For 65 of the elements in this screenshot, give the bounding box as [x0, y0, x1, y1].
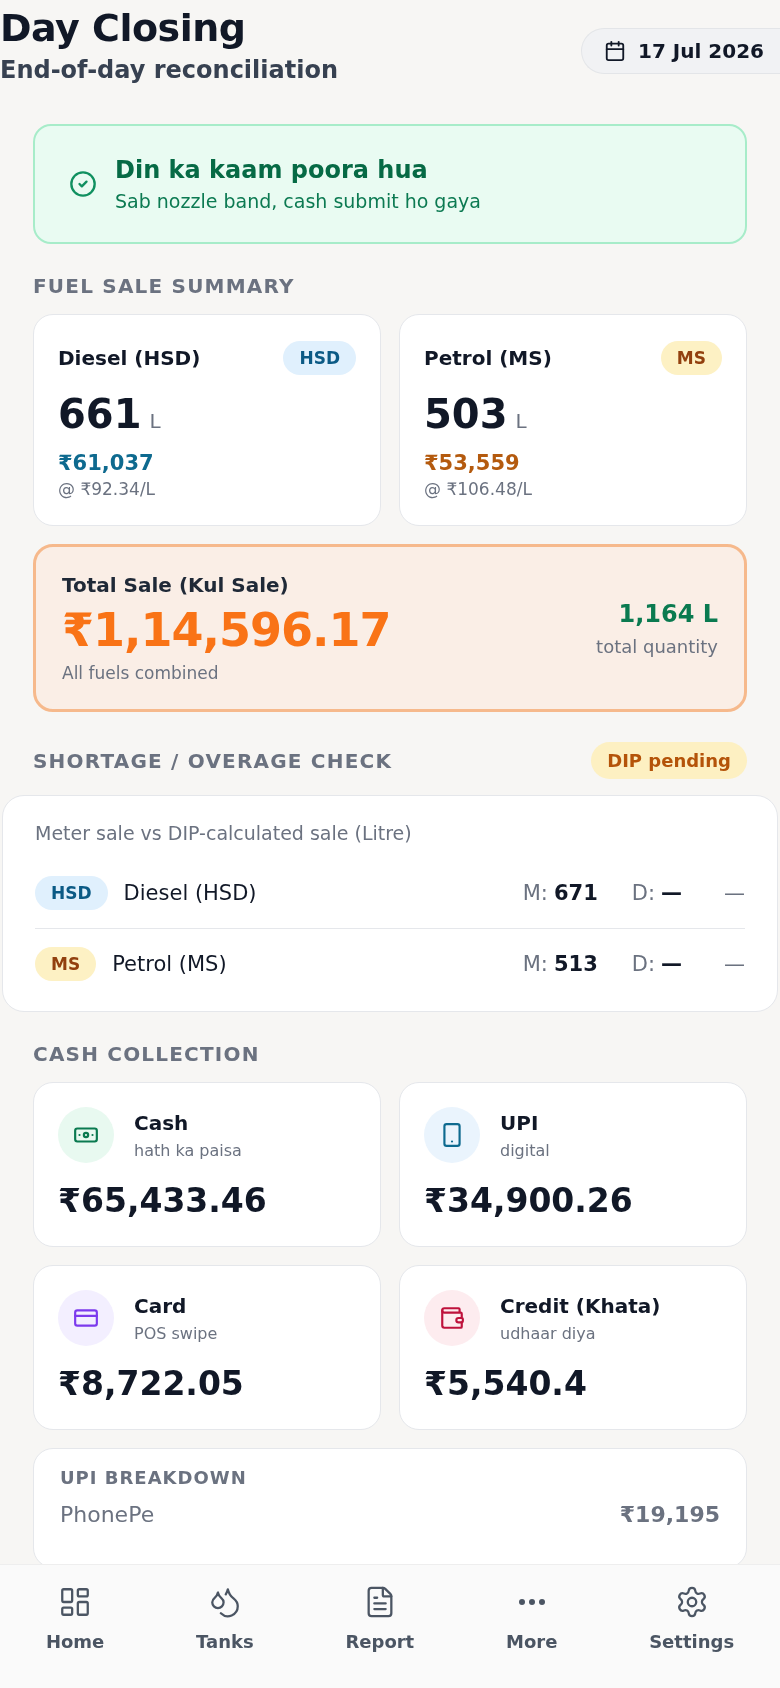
fuel-name: Diesel (HSD): [58, 346, 201, 370]
payment-amount: ₹34,900.26: [424, 1181, 634, 1220]
nav-item[interactable]: More: [506, 1585, 558, 1652]
nav-item[interactable]: Settings: [649, 1585, 735, 1652]
fuel-name: Petrol (MS): [112, 952, 228, 976]
payment-label: Cash: [134, 1110, 190, 1135]
section-heading: UPI BREAKDOWN: [60, 1467, 248, 1488]
payment-subtitle: POS swipe: [134, 1323, 218, 1343]
status-badge: DIP pending: [591, 742, 747, 779]
wallet-icon: [439, 1305, 465, 1331]
page-subtitle: End-of-day reconciliation: [0, 56, 338, 84]
section-heading: FUEL SALE SUMMARY: [33, 274, 295, 298]
section-heading: CASH COLLECTION: [33, 1042, 260, 1066]
unit-label: L: [149, 409, 161, 433]
payment-amount: ₹65,433.46: [58, 1181, 268, 1220]
fuel-name: Petrol (MS): [424, 346, 552, 370]
nav-item[interactable]: Home: [45, 1585, 105, 1652]
payment-amount: ₹8,722.05: [58, 1364, 245, 1403]
date-selector[interactable]: 17 Jul 2026: [581, 28, 780, 74]
more-icon: [518, 1599, 545, 1605]
payment-subtitle: hath ka paisa: [134, 1140, 242, 1160]
total-quantity-label: total quantity: [596, 635, 718, 657]
fuel-tag: HSD: [35, 876, 108, 910]
fuel-tag: HSD: [283, 341, 356, 375]
fuel-tag: MS: [35, 947, 97, 981]
total-note: All fuels combined: [62, 663, 220, 683]
page-title: Day Closing: [0, 6, 247, 50]
fuel-rate: @ ₹106.48/L: [424, 479, 533, 499]
fuel-rate: @ ₹92.34/L: [58, 479, 157, 499]
fuel-tag: MS: [660, 341, 722, 375]
payment-label: Card: [134, 1293, 188, 1318]
section-heading: SHORTAGE / OVERAGE CHECK: [33, 748, 393, 773]
fuel-amount: ₹53,559: [424, 451, 521, 475]
fuel-name: Diesel (HSD): [123, 881, 258, 905]
nav-item[interactable]: Report: [345, 1585, 415, 1652]
total-label: Total Sale (Kul Sale): [62, 573, 290, 597]
payment-label: UPI: [500, 1110, 540, 1135]
difference-value: —: [724, 952, 745, 976]
dip-label: D:: [631, 881, 655, 905]
dip-label: D:: [631, 952, 655, 976]
dip-value: —: [661, 881, 682, 905]
meter-label: M:: [522, 881, 548, 905]
meter-value: 671: [553, 881, 598, 905]
check-circle-icon: [69, 170, 97, 198]
fuel-quantity: 503: [424, 391, 508, 437]
meter-value: 513: [553, 952, 598, 976]
upi-app-name: PhonePe: [60, 1502, 155, 1527]
payment-label: Credit (Khata): [500, 1293, 661, 1318]
banner-title: Din ka kaam poora hua: [115, 156, 429, 184]
payment-subtitle: digital: [500, 1140, 550, 1160]
unit-label: L: [515, 409, 527, 433]
upi-amount: ₹19,195: [619, 1502, 720, 1527]
fuel-amount: ₹61,037: [58, 451, 155, 475]
payment-amount: ₹5,540.4: [424, 1364, 588, 1403]
nav-item[interactable]: Tanks: [196, 1585, 254, 1652]
fuel-quantity: 661: [58, 391, 142, 437]
total-amount: ₹1,14,596.17: [62, 603, 391, 657]
calendar-icon: [604, 40, 627, 62]
difference-value: —: [724, 881, 745, 905]
meter-label: M:: [522, 952, 548, 976]
payment-subtitle: udhaar diya: [500, 1323, 597, 1343]
dip-value: —: [661, 952, 682, 976]
banner-message: Sab nozzle band, cash submit ho gaya: [115, 190, 481, 212]
total-quantity: 1,164 L: [618, 599, 718, 628]
card-caption: Meter sale vs DIP-calculated sale (Litre): [35, 822, 413, 844]
